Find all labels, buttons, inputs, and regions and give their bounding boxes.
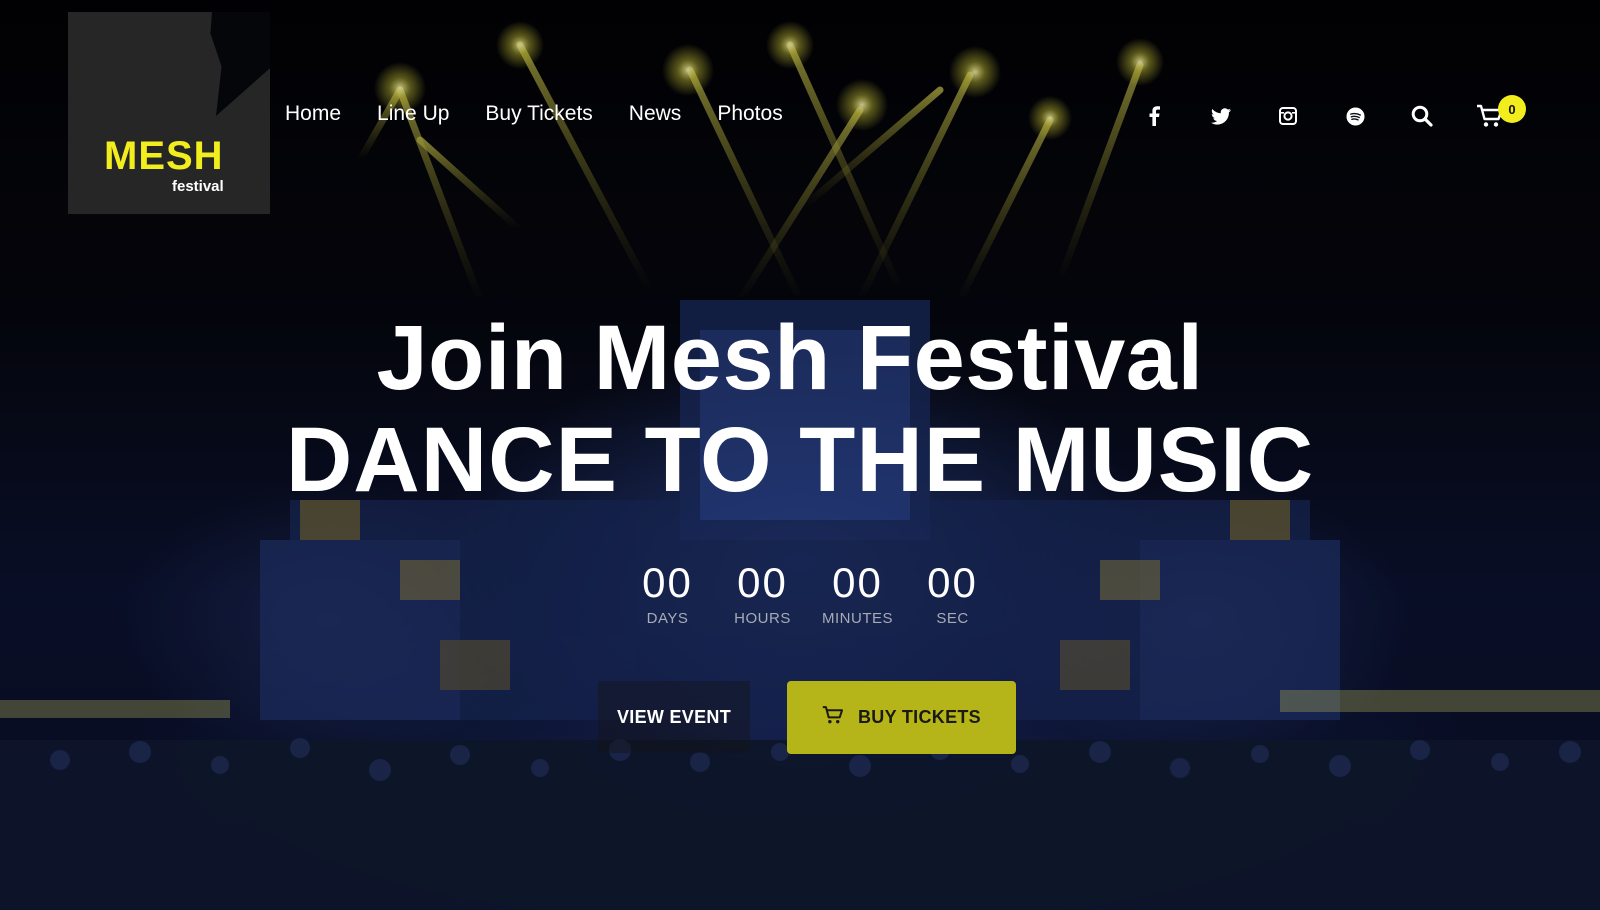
logo-corner-shape	[210, 12, 270, 116]
hero-title-line1: Join Mesh Festival	[376, 307, 1204, 409]
buy-tickets-button[interactable]: BUY TICKETS	[787, 681, 1016, 754]
header-icons	[1140, 102, 1475, 130]
countdown-minutes: 00 MINUTES	[810, 559, 905, 628]
countdown-seconds-label: SEC	[936, 610, 969, 627]
nav-item-line-up[interactable]: Line Up	[377, 102, 449, 126]
cart-icon	[822, 705, 844, 730]
nav-item-photos[interactable]: Photos	[717, 102, 782, 126]
countdown-days-value: 00	[642, 559, 693, 606]
spotify-icon[interactable]	[1341, 102, 1369, 130]
cart-count-badge: 0	[1498, 95, 1526, 123]
twitter-icon[interactable]	[1207, 102, 1235, 130]
nav-item-news[interactable]: News	[629, 102, 682, 126]
countdown-minutes-value: 00	[832, 559, 883, 606]
facebook-icon[interactable]	[1140, 102, 1168, 130]
logo-wordmark: MESH	[104, 134, 224, 178]
countdown-seconds-value: 00	[927, 559, 978, 606]
countdown-days-label: DAYS	[646, 610, 689, 627]
view-event-button[interactable]: VIEW EVENT	[598, 681, 750, 753]
nav-item-home[interactable]: Home	[285, 102, 341, 126]
instagram-icon[interactable]	[1274, 102, 1302, 130]
countdown-minutes-label: MINUTES	[822, 610, 893, 627]
buy-tickets-label: BUY TICKETS	[858, 707, 981, 727]
main-nav: Home Line Up Buy Tickets News Photos	[285, 102, 819, 126]
countdown-hours: 00 HOURS	[715, 559, 810, 628]
logo-subtitle: festival	[172, 178, 224, 195]
countdown-days: 00 DAYS	[620, 559, 715, 628]
countdown-hours-value: 00	[737, 559, 788, 606]
countdown-seconds: 00 SEC	[905, 559, 1000, 628]
search-icon[interactable]	[1408, 102, 1436, 130]
hero-title-line2: DANCE TO THE MUSIC	[285, 409, 1315, 511]
countdown-timer: 00 DAYS 00 HOURS 00 MINUTES 00 SEC	[620, 559, 1000, 628]
nav-item-buy-tickets[interactable]: Buy Tickets	[485, 102, 592, 126]
countdown-hours-label: HOURS	[734, 610, 791, 627]
site-logo[interactable]: MESH festival	[68, 12, 270, 214]
